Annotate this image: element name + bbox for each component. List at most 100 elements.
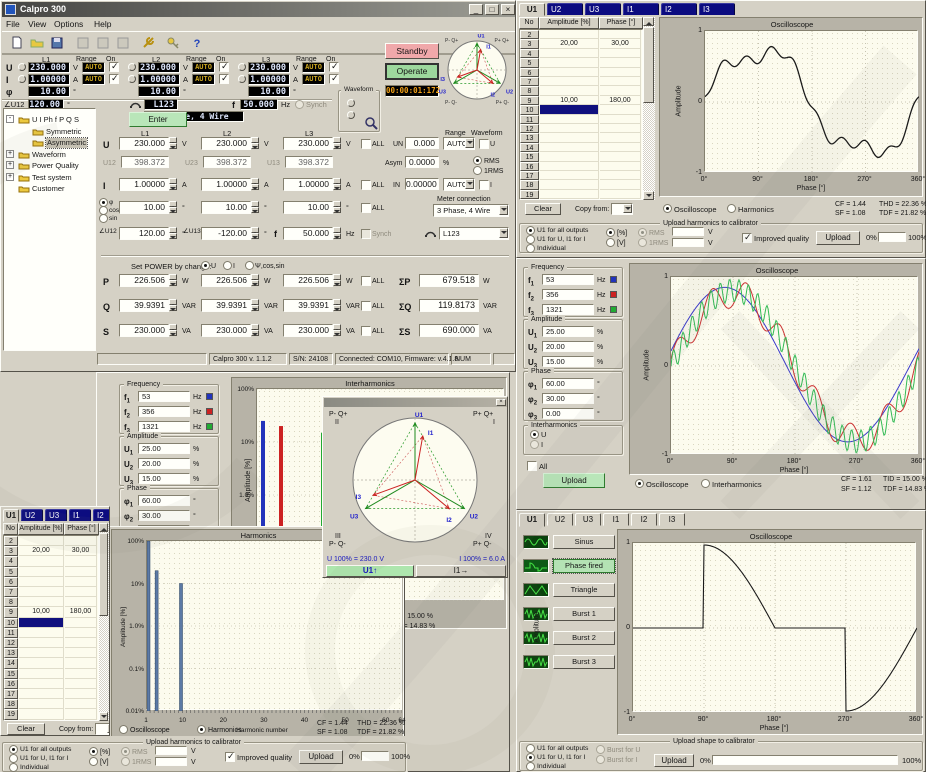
form-i-field-l1[interactable]: 1.00000 bbox=[119, 178, 169, 191]
form-phi-field-l1[interactable]: 10.00 bbox=[119, 201, 169, 214]
waveform-u-checkbox[interactable] bbox=[479, 139, 489, 149]
cell-amplitude[interactable]: 10,00 bbox=[19, 607, 64, 617]
cell-amplitude[interactable] bbox=[540, 152, 599, 161]
row-number[interactable]: 3 bbox=[520, 39, 539, 48]
shape-tab-u3[interactable]: U3 bbox=[575, 513, 601, 526]
cell-amplitude[interactable] bbox=[540, 162, 599, 171]
cell-phase[interactable] bbox=[65, 709, 97, 719]
synch-checkbox[interactable] bbox=[361, 229, 371, 239]
popup-title-bar[interactable]: × bbox=[324, 398, 507, 407]
power-option-radio[interactable] bbox=[223, 261, 232, 270]
asym-field[interactable]: 0.0000 bbox=[405, 156, 439, 168]
form-f-field[interactable]: 50.000 bbox=[283, 227, 333, 240]
cell-phase[interactable] bbox=[65, 689, 97, 699]
cell-phase[interactable] bbox=[65, 597, 97, 607]
spin-down-button[interactable] bbox=[251, 280, 259, 286]
tree-item-waveform[interactable]: +Waveform bbox=[4, 149, 95, 160]
row-number[interactable]: 18 bbox=[520, 180, 539, 189]
sum-p-field[interactable]: 679.518 bbox=[419, 274, 479, 287]
spin-down-button[interactable] bbox=[251, 330, 259, 336]
output-mode-radio[interactable] bbox=[526, 762, 535, 771]
open-folder-icon[interactable] bbox=[28, 34, 46, 51]
cell-amplitude[interactable] bbox=[540, 105, 599, 114]
form-i-field-l2[interactable]: 1.00000 bbox=[201, 178, 251, 191]
spin-down-button[interactable] bbox=[333, 207, 341, 213]
cell-phase[interactable] bbox=[65, 658, 97, 668]
output-mode-radio[interactable] bbox=[526, 226, 535, 235]
upload-button[interactable]: Upload bbox=[299, 750, 343, 764]
spin-down-button[interactable] bbox=[169, 305, 177, 311]
cell-amplitude[interactable] bbox=[19, 597, 64, 607]
menu-item-file[interactable]: File bbox=[6, 19, 20, 29]
rms-mode-radio[interactable] bbox=[121, 747, 130, 756]
cell-phase[interactable] bbox=[600, 180, 641, 189]
all-checkbox[interactable] bbox=[361, 326, 371, 336]
cell-phase[interactable] bbox=[600, 30, 641, 39]
operate-button[interactable]: Operate bbox=[385, 63, 439, 80]
report-icon[interactable] bbox=[74, 34, 92, 51]
burst-mode-radio[interactable] bbox=[596, 755, 605, 764]
phi-option-radio[interactable] bbox=[99, 214, 108, 223]
target-radio[interactable] bbox=[530, 440, 539, 449]
cell-phase[interactable] bbox=[65, 618, 97, 628]
show-i1-button[interactable]: I1→ bbox=[416, 565, 506, 577]
freq-value-field[interactable]: 356 bbox=[138, 406, 190, 417]
dropdown-arrow[interactable] bbox=[499, 228, 508, 238]
spin-down-button[interactable] bbox=[333, 330, 341, 336]
cell-amplitude[interactable] bbox=[19, 669, 64, 679]
spin-down-button[interactable] bbox=[169, 330, 177, 336]
form-phi-field-l3[interactable]: 10.00 bbox=[283, 201, 333, 214]
row-number[interactable]: 19 bbox=[4, 709, 18, 719]
cell-phase[interactable] bbox=[600, 86, 641, 95]
tree-expander[interactable]: - bbox=[6, 115, 14, 123]
upload-button[interactable]: Upload bbox=[543, 473, 605, 488]
phase-value-field[interactable]: 30.00 bbox=[138, 510, 190, 521]
cell-amplitude[interactable] bbox=[540, 190, 599, 199]
tree-expander[interactable]: + bbox=[6, 161, 14, 169]
spinner[interactable] bbox=[169, 201, 178, 214]
close-button[interactable]: × bbox=[501, 4, 515, 15]
voltage-field[interactable] bbox=[155, 757, 187, 766]
scroll-thumb[interactable] bbox=[99, 533, 108, 616]
spin-down-button[interactable] bbox=[169, 207, 177, 213]
harmonics-table[interactable]: 2320,0030,0045678910,00180,0010111213141… bbox=[519, 29, 643, 200]
quick-u-value[interactable]: 230.000 bbox=[138, 62, 180, 73]
row-number[interactable]: 12 bbox=[520, 124, 539, 133]
clear-button[interactable]: Clear bbox=[7, 723, 45, 735]
tree-item-test-system[interactable]: +Test system bbox=[4, 172, 95, 183]
cell-amplitude[interactable] bbox=[540, 115, 599, 124]
waveform-i-checkbox[interactable] bbox=[479, 180, 489, 190]
harm-top-tab-i3[interactable]: I3 bbox=[699, 3, 735, 15]
spinner[interactable] bbox=[169, 137, 178, 150]
cell-amplitude[interactable] bbox=[540, 30, 599, 39]
row-number[interactable]: 11 bbox=[4, 628, 18, 638]
cell-amplitude[interactable] bbox=[540, 143, 599, 152]
row-number[interactable]: 17 bbox=[4, 689, 18, 699]
close-icon[interactable]: × bbox=[496, 399, 506, 406]
spinner[interactable] bbox=[333, 324, 342, 337]
quick-i-range[interactable]: AUTO bbox=[82, 74, 105, 85]
voltage-field[interactable] bbox=[672, 227, 704, 236]
spinner[interactable] bbox=[169, 324, 178, 337]
waveform-u-indicator[interactable] bbox=[347, 99, 355, 107]
target-radio[interactable] bbox=[530, 430, 539, 439]
row-number[interactable]: 8 bbox=[4, 597, 18, 607]
shape-button-phase-fired[interactable]: Phase fired bbox=[553, 559, 615, 573]
knob-icon[interactable] bbox=[238, 75, 246, 83]
table-icon[interactable] bbox=[94, 34, 112, 51]
row-number[interactable]: 7 bbox=[4, 587, 18, 597]
spin-down-button[interactable] bbox=[169, 184, 177, 190]
enter-button[interactable]: Enter bbox=[129, 112, 187, 127]
row-number[interactable]: 9 bbox=[4, 607, 18, 617]
scroll-down-button[interactable] bbox=[99, 712, 108, 721]
spinner[interactable] bbox=[251, 324, 260, 337]
minimize-button[interactable]: _ bbox=[469, 4, 483, 15]
cell-phase[interactable] bbox=[600, 77, 641, 86]
harm-top-tab-i2[interactable]: I2 bbox=[661, 3, 697, 15]
row-number[interactable]: 16 bbox=[520, 162, 539, 171]
harm-top-tab-u3[interactable]: U3 bbox=[585, 3, 621, 15]
row-number[interactable]: 5 bbox=[520, 58, 539, 67]
unit-mode-radio[interactable] bbox=[89, 757, 98, 766]
oscilloscope-radio-label[interactable]: Oscilloscope bbox=[130, 726, 170, 736]
spin-down-button[interactable] bbox=[333, 280, 341, 286]
